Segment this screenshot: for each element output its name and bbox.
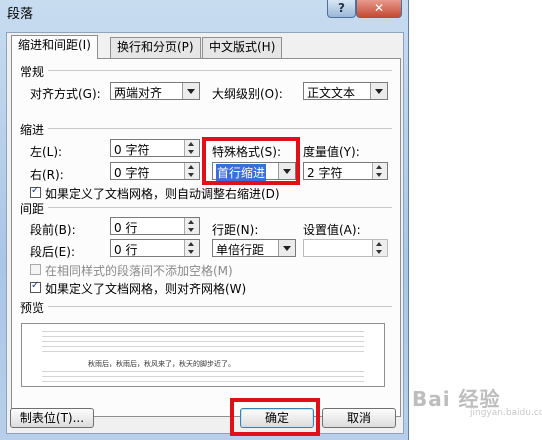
left-indent-label: 左(L): bbox=[30, 145, 63, 159]
spin-down-icon[interactable] bbox=[185, 171, 199, 179]
preview-line bbox=[42, 341, 364, 342]
auto-adjust-checkbox[interactable] bbox=[30, 185, 41, 198]
auto-adjust-label: 如果定义了文档网格，则自动调整右缩进(D) bbox=[45, 187, 280, 201]
cancel-button[interactable]: 取消 bbox=[322, 408, 396, 428]
general-divider bbox=[48, 70, 392, 71]
alignment-select[interactable]: 两端对齐 bbox=[110, 82, 200, 100]
spin-up-icon[interactable] bbox=[185, 218, 199, 226]
snap-grid-label: 如果定义了文档网格，则对齐网格(W) bbox=[45, 282, 247, 296]
chevron-down-icon[interactable] bbox=[278, 240, 295, 256]
preview-line bbox=[42, 346, 364, 347]
spin-down-icon[interactable] bbox=[185, 248, 199, 256]
preview-line bbox=[42, 336, 364, 337]
preview-divider bbox=[48, 306, 392, 307]
outline-level-label: 大纲级别(O): bbox=[212, 87, 283, 101]
window-title: 段落 bbox=[7, 7, 34, 22]
chevron-down-icon[interactable] bbox=[182, 83, 199, 99]
paragraph-dialog: 段落 ? ✕ 缩进和间距(I) 换行和分页(P) 中文版式(H) 常规 对齐方式… bbox=[0, 0, 409, 440]
general-section-title: 常规 bbox=[20, 65, 45, 79]
outline-level-select[interactable]: 正文文本 bbox=[303, 82, 388, 100]
spin-down-icon[interactable] bbox=[373, 171, 387, 179]
measure-value: 2 字符 bbox=[307, 166, 343, 180]
spacing-divider bbox=[48, 207, 392, 208]
space-after-spinner[interactable]: 0 行 bbox=[110, 239, 200, 257]
space-before-value: 0 行 bbox=[114, 221, 138, 235]
close-button[interactable]: ✕ bbox=[356, 0, 402, 18]
annotation-box-ok bbox=[230, 398, 320, 436]
spin-up-icon[interactable] bbox=[185, 240, 199, 248]
preview-line bbox=[42, 371, 364, 372]
spacing-section-title: 间距 bbox=[20, 202, 45, 216]
tab-asian-typography[interactable]: 中文版式(H) bbox=[202, 37, 283, 58]
no-space-same-style-label: 在相同样式的段落间不添加空格(M) bbox=[45, 264, 233, 278]
space-after-value: 0 行 bbox=[114, 243, 138, 257]
tabs-button[interactable]: 制表位(T)... bbox=[10, 408, 94, 428]
left-indent-spinner[interactable]: 0 字符 bbox=[110, 139, 200, 157]
space-before-label: 段前(B): bbox=[30, 223, 76, 237]
tab-line-page-breaks[interactable]: 换行和分页(P) bbox=[110, 37, 201, 58]
measure-label: 度量值(Y): bbox=[303, 145, 360, 159]
line-spacing-select[interactable]: 单倍行距 bbox=[212, 239, 296, 257]
spin-up-icon[interactable] bbox=[185, 163, 199, 171]
setting-value-spinner[interactable] bbox=[303, 239, 388, 257]
dialog-client: 缩进和间距(I) 换行和分页(P) 中文版式(H) 常规 对齐方式(G): 两端… bbox=[6, 32, 404, 434]
spin-down-icon[interactable] bbox=[185, 226, 199, 234]
spin-down-icon[interactable] bbox=[373, 248, 387, 256]
indent-divider bbox=[48, 128, 392, 129]
no-space-same-style-checkbox[interactable] bbox=[30, 264, 41, 275]
outline-level-value: 正文文本 bbox=[307, 86, 356, 100]
help-button[interactable]: ? bbox=[327, 0, 356, 18]
right-indent-value: 0 字符 bbox=[114, 166, 150, 180]
setting-value-label: 设置值(A): bbox=[303, 223, 361, 237]
snap-grid-checkbox[interactable] bbox=[30, 280, 41, 293]
alignment-label: 对齐方式(G): bbox=[30, 87, 101, 101]
preview-box: 秋雨后，秋雨后，秋风来了，秋天的脚步近了。 bbox=[21, 323, 385, 387]
right-indent-label: 右(R): bbox=[30, 168, 64, 182]
space-after-label: 段后(E): bbox=[30, 245, 75, 259]
chevron-down-icon[interactable] bbox=[370, 83, 387, 99]
preview-sample-text: 秋雨后，秋雨后，秋风来了，秋天的脚步近了。 bbox=[88, 360, 235, 368]
preview-line bbox=[42, 331, 364, 332]
right-indent-spinner[interactable]: 0 字符 bbox=[110, 162, 200, 180]
line-spacing-label: 行距(N): bbox=[212, 223, 259, 237]
annotation-box-special-format bbox=[202, 137, 300, 185]
space-before-spinner[interactable]: 0 行 bbox=[110, 217, 200, 235]
measure-spinner[interactable]: 2 字符 bbox=[303, 162, 388, 180]
spin-down-icon[interactable] bbox=[185, 148, 199, 156]
indent-section-title: 缩进 bbox=[20, 123, 45, 137]
preview-section-title: 预览 bbox=[20, 301, 45, 315]
spin-up-icon[interactable] bbox=[373, 240, 387, 248]
preview-line bbox=[42, 376, 364, 377]
spin-up-icon[interactable] bbox=[373, 163, 387, 171]
left-indent-value: 0 字符 bbox=[114, 143, 150, 157]
watermark-url: jingyan.baidu.com bbox=[470, 408, 542, 418]
alignment-value: 两端对齐 bbox=[114, 86, 163, 100]
line-spacing-value: 单倍行距 bbox=[216, 243, 265, 257]
tab-indent-spacing[interactable]: 缩进和间距(I) bbox=[11, 35, 98, 59]
preview-line bbox=[42, 381, 364, 382]
preview-line bbox=[42, 351, 364, 352]
spin-up-icon[interactable] bbox=[185, 140, 199, 148]
title-bar[interactable]: 段落 ? ✕ bbox=[0, 0, 408, 24]
